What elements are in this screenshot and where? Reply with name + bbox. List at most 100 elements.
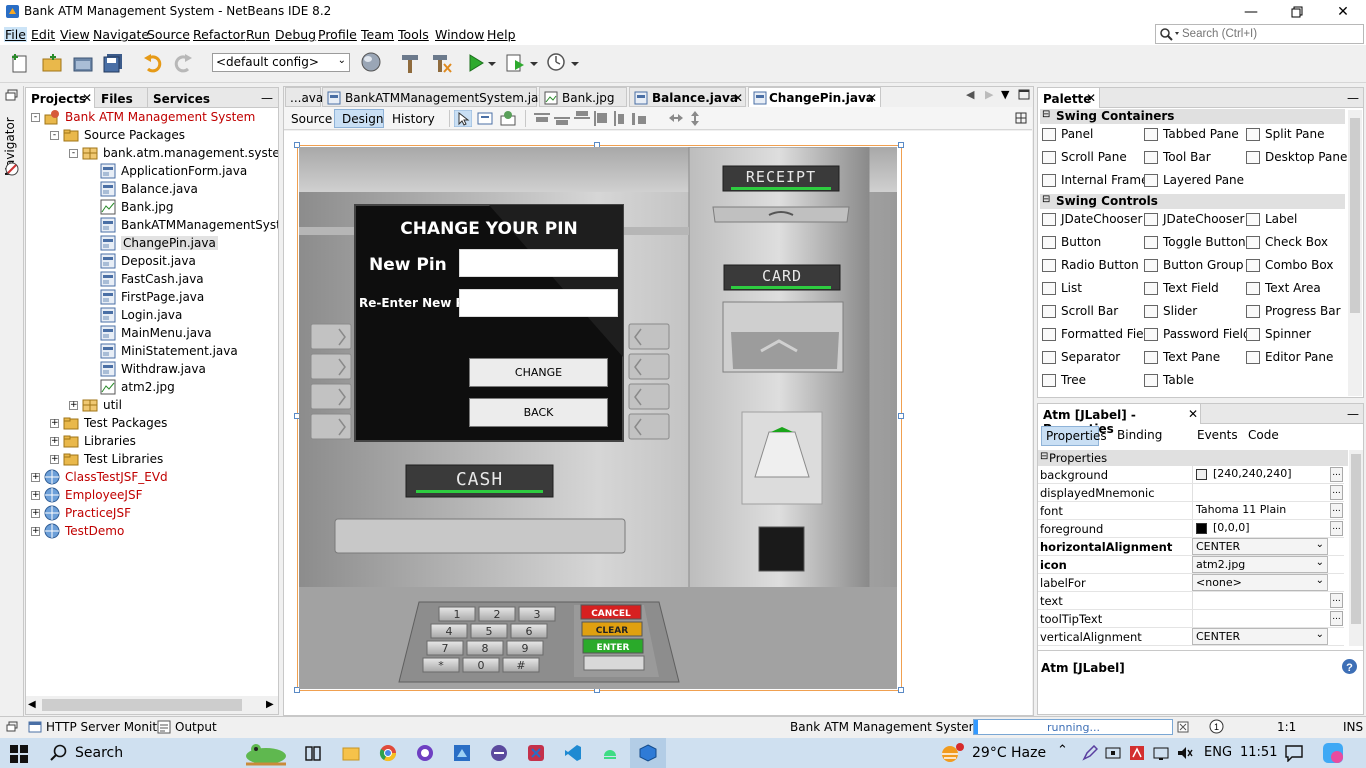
palette-item[interactable]: Split Pane bbox=[1246, 127, 1324, 147]
selection-mode-icon[interactable] bbox=[454, 110, 472, 127]
save-all-icon[interactable] bbox=[103, 52, 125, 74]
menu-view[interactable]: View bbox=[60, 27, 90, 42]
clock-time[interactable]: 11:51 bbox=[1240, 745, 1277, 760]
tree-item[interactable]: atm2.jpg bbox=[26, 378, 278, 396]
property-row[interactable]: horizontalAlignment CENTER ⌄ bbox=[1038, 538, 1344, 556]
align-buttons-icon[interactable] bbox=[534, 111, 659, 126]
palette-item[interactable]: Scroll Pane bbox=[1042, 150, 1127, 170]
maximize-button[interactable] bbox=[1274, 0, 1320, 24]
cancel-task-icon[interactable] bbox=[1177, 721, 1189, 733]
scrollbar-thumb[interactable] bbox=[42, 699, 242, 711]
property-value[interactable]: [240,240,240] bbox=[1192, 466, 1328, 483]
expand-toggle-icon[interactable]: + bbox=[50, 419, 59, 428]
reenter-pin-field[interactable] bbox=[459, 289, 618, 317]
preview-design-icon[interactable] bbox=[499, 110, 517, 127]
network-icon[interactable] bbox=[1153, 745, 1169, 761]
debug-icon[interactable] bbox=[505, 52, 527, 74]
editor-tab-overflow[interactable]: ...ava bbox=[285, 87, 323, 107]
menu-debug[interactable]: Debug bbox=[275, 27, 316, 42]
tree-item[interactable]: FastCash.java bbox=[26, 270, 278, 288]
pdf-icon[interactable] bbox=[1129, 745, 1145, 761]
tree-item[interactable]: + util bbox=[26, 396, 278, 414]
palette-item[interactable]: Spinner bbox=[1246, 327, 1311, 347]
property-row[interactable]: font Tahoma 11 Plain... bbox=[1038, 502, 1344, 520]
tree-item[interactable]: + PracticeJSF bbox=[26, 504, 278, 522]
property-value[interactable]: <none> ⌄ bbox=[1192, 574, 1328, 591]
tree-item[interactable]: Balance.java bbox=[26, 180, 278, 198]
restore-window-icon[interactable] bbox=[5, 89, 19, 101]
tree-item[interactable]: FirstPage.java bbox=[26, 288, 278, 306]
property-value[interactable] bbox=[1192, 592, 1328, 609]
menu-navigate[interactable]: Navigate bbox=[93, 27, 149, 42]
tree-item[interactable]: BankATMManagementSystem.java bbox=[26, 216, 278, 234]
property-row[interactable]: text... bbox=[1038, 592, 1344, 610]
palette-item[interactable]: JDateChooser bbox=[1042, 212, 1142, 232]
maximize-editor-icon[interactable] bbox=[1018, 89, 1030, 101]
tab-properties-window[interactable]: Atm [JLabel] - Properties✕ bbox=[1038, 404, 1201, 436]
property-value[interactable]: atm2.jpg ⌄ bbox=[1192, 556, 1328, 573]
scroll-tabs-left-icon[interactable]: ◀ bbox=[966, 88, 974, 101]
property-value[interactable]: CENTER ⌄ bbox=[1192, 538, 1328, 555]
tree-item[interactable]: ApplicationForm.java bbox=[26, 162, 278, 180]
volume-muted-icon[interactable] bbox=[1177, 745, 1193, 761]
scroll-right-icon[interactable]: ▶ bbox=[266, 699, 274, 710]
new-project-icon[interactable] bbox=[41, 52, 63, 74]
editor-tab-bankatm[interactable]: BankATMManagementSystem.java bbox=[322, 87, 553, 107]
run-dropdown-icon[interactable] bbox=[488, 60, 496, 68]
restore-window-icon[interactable] bbox=[6, 721, 18, 733]
chrome-icon[interactable] bbox=[379, 744, 397, 762]
property-value[interactable]: [0,0,0] bbox=[1192, 520, 1328, 537]
taskbar-search[interactable]: Search bbox=[75, 745, 123, 761]
tree-item[interactable]: Login.java bbox=[26, 306, 278, 324]
scrollbar-thumb[interactable] bbox=[1350, 118, 1360, 313]
media-app-icon[interactable] bbox=[490, 744, 508, 762]
minimize-button[interactable]: — bbox=[1228, 0, 1274, 24]
tree-item[interactable]: - Source Packages bbox=[26, 126, 278, 144]
palette-item[interactable]: Text Field bbox=[1144, 281, 1219, 301]
property-row[interactable]: verticalAlignment CENTER ⌄ bbox=[1038, 628, 1344, 646]
globe-icon[interactable] bbox=[360, 51, 382, 73]
tree-item[interactable]: MainMenu.java bbox=[26, 324, 278, 342]
open-project-icon[interactable] bbox=[72, 52, 94, 74]
tree-horizontal-scrollbar[interactable]: ◀ ▶ bbox=[26, 696, 278, 714]
palette-item[interactable]: Internal Frame bbox=[1042, 173, 1148, 193]
tab-properties[interactable]: Properties bbox=[1041, 426, 1107, 446]
close-icon[interactable]: ✕ bbox=[733, 91, 743, 105]
search-box[interactable] bbox=[1155, 24, 1364, 44]
property-row[interactable]: labelFor <none> ⌄ bbox=[1038, 574, 1344, 592]
property-value[interactable] bbox=[1192, 610, 1328, 627]
tree-item[interactable]: - bank.atm.management.system bbox=[26, 144, 278, 162]
expand-toggle-icon[interactable]: + bbox=[50, 455, 59, 464]
palette-item[interactable]: Progress Bar bbox=[1246, 304, 1341, 324]
close-icon[interactable]: ✕ bbox=[82, 91, 92, 105]
palette-item[interactable]: Tree bbox=[1042, 373, 1086, 393]
resize-buttons-icon[interactable] bbox=[669, 111, 703, 126]
tab-code[interactable]: Code bbox=[1248, 428, 1279, 442]
tree-item[interactable]: + EmployeeJSF bbox=[26, 486, 278, 504]
minimize-panel-icon[interactable]: — bbox=[1347, 407, 1359, 421]
build-hammer-icon[interactable] bbox=[399, 52, 421, 74]
config-select[interactable]: <default config> ⌄ bbox=[212, 53, 350, 72]
palette-item[interactable]: Check Box bbox=[1246, 235, 1328, 255]
ellipsis-button[interactable]: ... bbox=[1330, 467, 1343, 482]
tree-item[interactable]: - Bank ATM Management System bbox=[26, 108, 278, 126]
menu-edit[interactable]: Edit bbox=[31, 27, 55, 42]
palette-item[interactable]: Text Area bbox=[1246, 281, 1321, 301]
menu-refactor[interactable]: Refactor bbox=[193, 27, 245, 42]
new-file-icon[interactable] bbox=[10, 52, 32, 74]
editor-tab-balance[interactable]: Balance.java ✕ bbox=[629, 87, 746, 107]
help-icon[interactable]: ? bbox=[1341, 658, 1358, 675]
expand-toggle-icon[interactable]: + bbox=[31, 509, 40, 518]
expand-toggle-icon[interactable]: - bbox=[31, 113, 40, 122]
palette-item[interactable]: Text Pane bbox=[1144, 350, 1220, 370]
back-button[interactable]: BACK bbox=[469, 398, 608, 427]
profile-icon[interactable] bbox=[545, 51, 567, 73]
notifications-icon[interactable] bbox=[1285, 744, 1303, 762]
palette-item[interactable]: Desktop Pane bbox=[1246, 150, 1347, 170]
tree-item[interactable]: + Test Packages bbox=[26, 414, 278, 432]
palette-item[interactable]: Separator bbox=[1042, 350, 1120, 370]
properties-section-header[interactable]: Properties bbox=[1038, 450, 1348, 466]
github-icon[interactable] bbox=[416, 744, 434, 762]
debug-dropdown-icon[interactable] bbox=[530, 60, 538, 68]
expand-toggle-icon[interactable]: + bbox=[50, 437, 59, 446]
